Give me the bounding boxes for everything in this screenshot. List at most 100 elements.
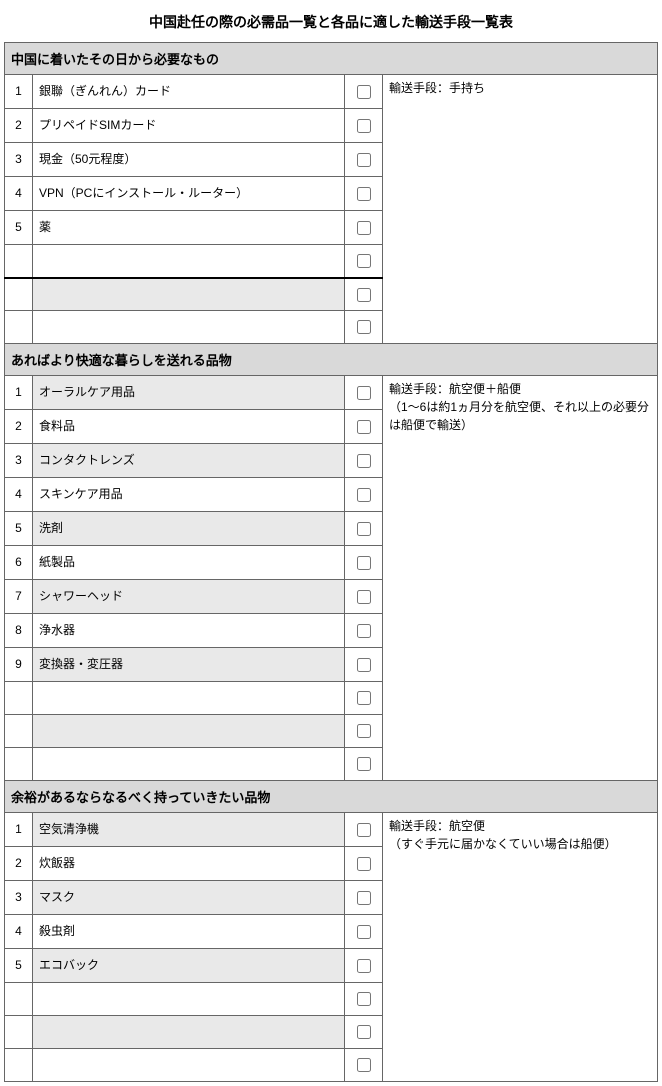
transport-note: 輸送手段：手持ち xyxy=(383,75,658,344)
row-number: 2 xyxy=(5,109,33,143)
row-number: 8 xyxy=(5,614,33,648)
item-name: 銀聯（ぎんれん）カード xyxy=(33,75,345,109)
row-number: 5 xyxy=(5,949,33,983)
row-number: 5 xyxy=(5,512,33,546)
checkbox-cell xyxy=(345,915,383,949)
item-name: 洗剤 xyxy=(33,512,345,546)
row-number: 6 xyxy=(5,546,33,580)
item-checkbox[interactable] xyxy=(357,691,371,705)
item-name xyxy=(33,748,345,781)
row-number xyxy=(5,715,33,748)
checkbox-cell xyxy=(345,478,383,512)
row-number: 4 xyxy=(5,177,33,211)
item-checkbox[interactable] xyxy=(357,221,371,235)
item-name: プリペイドSIMカード xyxy=(33,109,345,143)
item-checkbox[interactable] xyxy=(357,891,371,905)
item-checkbox[interactable] xyxy=(357,187,371,201)
checkbox-cell xyxy=(345,983,383,1016)
checkbox-cell xyxy=(345,682,383,715)
item-checkbox[interactable] xyxy=(357,556,371,570)
checkbox-cell xyxy=(345,949,383,983)
row-number: 1 xyxy=(5,75,33,109)
item-checkbox[interactable] xyxy=(357,119,371,133)
row-number xyxy=(5,311,33,344)
checkbox-cell xyxy=(345,881,383,915)
row-number: 2 xyxy=(5,847,33,881)
item-checkbox[interactable] xyxy=(357,857,371,871)
row-number xyxy=(5,983,33,1016)
item-name: スキンケア用品 xyxy=(33,478,345,512)
item-checkbox[interactable] xyxy=(357,153,371,167)
item-name: シャワーヘッド xyxy=(33,580,345,614)
item-checkbox[interactable] xyxy=(357,959,371,973)
item-checkbox[interactable] xyxy=(357,1025,371,1039)
item-name: VPN（PCにインストール・ルーター） xyxy=(33,177,345,211)
row-number: 3 xyxy=(5,881,33,915)
item-name: 薬 xyxy=(33,211,345,245)
row-number: 4 xyxy=(5,478,33,512)
row-number: 1 xyxy=(5,813,33,847)
item-name xyxy=(33,278,345,311)
item-checkbox[interactable] xyxy=(357,254,371,268)
item-checkbox[interactable] xyxy=(357,724,371,738)
item-checkbox[interactable] xyxy=(357,925,371,939)
item-name: 食料品 xyxy=(33,410,345,444)
item-checkbox[interactable] xyxy=(357,757,371,771)
row-number xyxy=(5,278,33,311)
item-checkbox[interactable] xyxy=(357,85,371,99)
row-number: 2 xyxy=(5,410,33,444)
checkbox-cell xyxy=(345,376,383,410)
item-checkbox[interactable] xyxy=(357,823,371,837)
item-checkbox[interactable] xyxy=(357,488,371,502)
checkbox-cell xyxy=(345,580,383,614)
checkbox-cell xyxy=(345,410,383,444)
checkbox-cell xyxy=(345,648,383,682)
page-title: 中国赴任の際の必需品一覧と各品に適した輸送手段一覧表 xyxy=(4,4,658,42)
item-name: 現金（50元程度） xyxy=(33,143,345,177)
item-name xyxy=(33,1016,345,1049)
checkbox-cell xyxy=(345,512,383,546)
table-row: 1オーラルケア用品輸送手段：航空便＋船便（1～6は約1ヵ月分を航空便、それ以上の… xyxy=(5,376,658,410)
item-checkbox[interactable] xyxy=(357,992,371,1006)
checkbox-cell xyxy=(345,1049,383,1082)
row-number xyxy=(5,748,33,781)
checkbox-cell xyxy=(345,1016,383,1049)
checkbox-cell xyxy=(345,748,383,781)
row-number: 9 xyxy=(5,648,33,682)
item-checkbox[interactable] xyxy=(357,420,371,434)
checkbox-cell xyxy=(345,211,383,245)
checkbox-cell xyxy=(345,444,383,478)
section-header: 中国に着いたその日から必要なもの xyxy=(5,43,658,75)
item-name xyxy=(33,245,345,278)
item-checkbox[interactable] xyxy=(357,1058,371,1072)
item-checkbox[interactable] xyxy=(357,590,371,604)
item-checkbox[interactable] xyxy=(357,522,371,536)
item-name: エコバック xyxy=(33,949,345,983)
item-checkbox[interactable] xyxy=(357,624,371,638)
item-checkbox[interactable] xyxy=(357,288,371,302)
item-name xyxy=(33,983,345,1016)
item-checkbox[interactable] xyxy=(357,658,371,672)
row-number: 4 xyxy=(5,915,33,949)
row-number xyxy=(5,682,33,715)
item-checkbox[interactable] xyxy=(357,386,371,400)
section-header: 余裕があるならなるべく持っていきたい品物 xyxy=(5,781,658,813)
row-number: 7 xyxy=(5,580,33,614)
checkbox-cell xyxy=(345,813,383,847)
item-name: 紙製品 xyxy=(33,546,345,580)
row-number: 3 xyxy=(5,444,33,478)
item-name xyxy=(33,1049,345,1082)
item-name: 炊飯器 xyxy=(33,847,345,881)
checkbox-cell xyxy=(345,546,383,580)
item-name: オーラルケア用品 xyxy=(33,376,345,410)
row-number: 3 xyxy=(5,143,33,177)
row-number: 1 xyxy=(5,376,33,410)
item-checkbox[interactable] xyxy=(357,320,371,334)
table-row: 1銀聯（ぎんれん）カード輸送手段：手持ち xyxy=(5,75,658,109)
item-name: マスク xyxy=(33,881,345,915)
checkbox-cell xyxy=(345,109,383,143)
row-number xyxy=(5,245,33,278)
item-checkbox[interactable] xyxy=(357,454,371,468)
transport-note: 輸送手段：航空便（すぐ手元に届かなくていい場合は船便） xyxy=(383,813,658,1082)
checkbox-cell xyxy=(345,177,383,211)
